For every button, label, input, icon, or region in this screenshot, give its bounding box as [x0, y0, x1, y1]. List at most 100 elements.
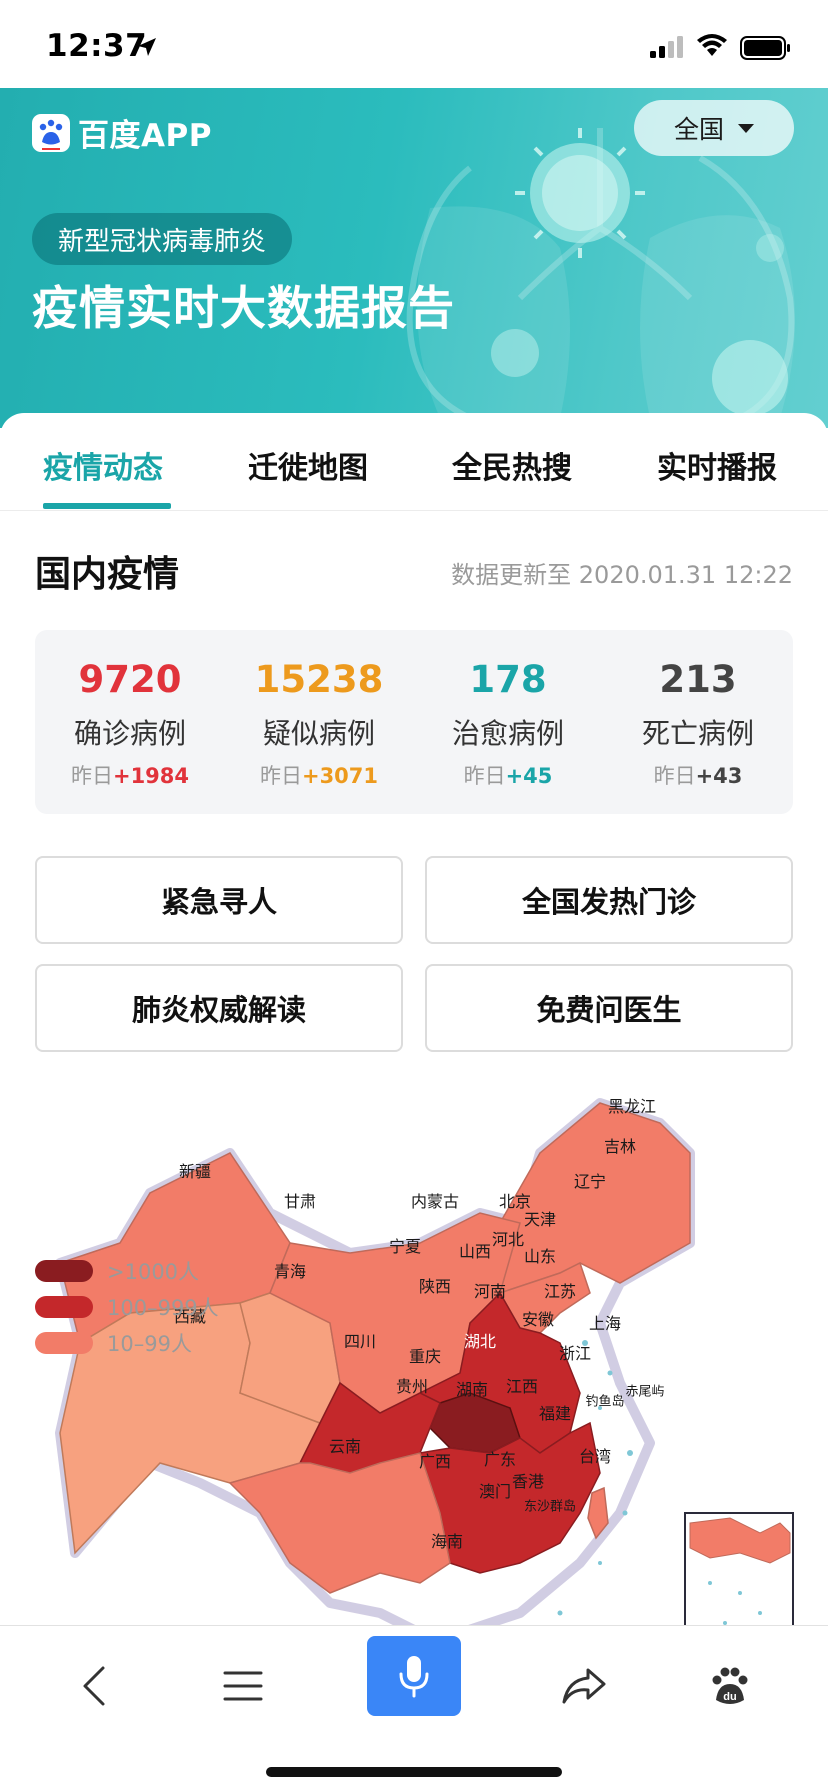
tab-migration-map[interactable]: 迁徙地图	[248, 443, 368, 487]
province-label: 安徽	[521, 1310, 555, 1329]
province-label: 四川	[343, 1332, 377, 1351]
province-label: 福建	[538, 1404, 572, 1423]
stats-panel: 9720 确诊病例 昨日+1984 15238 疑似病例 昨日+3071 178…	[35, 630, 793, 814]
mic-icon	[399, 1656, 429, 1698]
legend-label: >1000人	[107, 1260, 200, 1284]
province-label: 湖南	[455, 1380, 489, 1399]
province-label: 宁夏	[388, 1237, 422, 1256]
province-label: 山西	[458, 1242, 492, 1261]
stat-delta: 昨日+3071	[224, 760, 414, 790]
legend-label: 10–99人	[107, 1332, 192, 1356]
topic-badge: 新型冠状病毒肺炎	[32, 213, 293, 265]
region-selector[interactable]: 全国	[634, 100, 794, 156]
home-indicator	[266, 1767, 562, 1777]
province-label: 内蒙古	[410, 1192, 460, 1211]
section-title: 国内疫情	[35, 554, 180, 595]
province-label: 河北	[491, 1230, 525, 1249]
menu-button[interactable]	[203, 1646, 283, 1726]
tab-bar: 疫情动态 迁徙地图 全民热搜 实时播报	[0, 413, 828, 511]
delta-prefix: 昨日	[259, 764, 302, 788]
cellular-signal-icon	[650, 36, 683, 58]
header-banner: 百度APP 全国 新型冠状病毒肺炎 疫情实时大数据报告	[0, 88, 828, 428]
stat-delta: 昨日+43	[603, 760, 793, 790]
province-label: 香港	[511, 1472, 545, 1491]
legend-label: 100–999人	[107, 1296, 219, 1320]
stat-value: 178	[469, 658, 547, 701]
delta-value: +45	[505, 764, 553, 788]
bottom-toolbar: du	[0, 1625, 828, 1792]
baidu-paw-icon: du	[712, 1667, 748, 1704]
stat-label: 确诊病例	[73, 717, 186, 750]
caret-down-icon	[738, 123, 754, 133]
province-label: 山东	[523, 1247, 557, 1266]
legend-row: >1000人	[35, 1253, 219, 1289]
free-doctor-button[interactable]: 免费问医生	[425, 964, 793, 1052]
delta-value: +43	[695, 764, 743, 788]
province-label: 云南	[328, 1437, 362, 1456]
delta-prefix: 昨日	[463, 764, 506, 788]
share-icon	[562, 1668, 606, 1704]
region-label: 全国	[673, 115, 724, 144]
province-label: 甘肃	[283, 1192, 317, 1211]
province-label: 上海	[588, 1314, 622, 1333]
province-label: 台湾	[578, 1447, 612, 1466]
province-label: 吉林	[603, 1137, 637, 1156]
app-logo[interactable]: 百度APP	[32, 110, 212, 155]
legend-swatch	[35, 1296, 93, 1318]
delta-prefix: 昨日	[653, 764, 696, 788]
back-button[interactable]	[54, 1646, 134, 1726]
tab-live-news[interactable]: 实时播报	[657, 443, 777, 487]
app-name: 百度APP	[78, 118, 212, 154]
stat-label: 死亡病例	[641, 717, 754, 750]
baidu-logo-icon	[32, 113, 70, 152]
page: 12:37 百度APP 全国 新型冠状病毒肺炎 疫情实时大数据报告 疫情动态 迁…	[0, 0, 828, 1792]
wifi-icon	[697, 34, 727, 56]
tab-hot-searches[interactable]: 全民热搜	[452, 443, 572, 487]
stat-confirmed: 9720 确诊病例 昨日+1984	[35, 630, 225, 814]
stat-suspected: 15238 疑似病例 昨日+3071	[224, 630, 414, 814]
province-label: 钓鱼岛	[585, 1394, 625, 1410]
map-legend: >1000人 100–999人 10–99人	[35, 1253, 219, 1361]
province-label: 辽宁	[573, 1172, 607, 1191]
legend-row: 10–99人	[35, 1325, 219, 1361]
legend-swatch	[35, 1332, 93, 1354]
province-label: 贵州	[395, 1377, 429, 1396]
svg-text:du: du	[723, 1691, 736, 1703]
province-label: 澳门	[478, 1482, 512, 1501]
tab-epidemic-updates[interactable]: 疫情动态	[43, 443, 163, 487]
fever-clinics-button[interactable]: 全国发热门诊	[425, 856, 793, 944]
menu-icon	[223, 1671, 263, 1701]
share-button[interactable]	[544, 1646, 624, 1726]
update-timestamp: 数据更新至 2020.01.31 12:22	[451, 561, 793, 589]
province-label: 江苏	[543, 1282, 577, 1301]
status-time: 12:37	[46, 28, 148, 64]
province-label: 东沙群岛	[523, 1499, 577, 1515]
delta-value: +1984	[112, 764, 190, 788]
province-label: 河南	[473, 1282, 507, 1301]
stat-value: 15238	[254, 658, 384, 701]
stat-value: 9720	[78, 658, 182, 701]
province-label: 江西	[505, 1377, 539, 1396]
province-label: 广东	[483, 1450, 517, 1469]
province-label: 湖北	[463, 1332, 497, 1351]
emergency-search-button[interactable]: 紧急寻人	[35, 856, 403, 944]
legend-row: 100–999人	[35, 1289, 219, 1325]
pneumonia-explainer-button[interactable]: 肺炎权威解读	[35, 964, 403, 1052]
stat-value: 213	[659, 658, 737, 701]
province-label: 广西	[418, 1452, 452, 1471]
page-title: 疫情实时大数据报告	[32, 281, 455, 335]
province-label: 新疆	[178, 1162, 212, 1181]
active-tab-indicator	[43, 503, 171, 509]
stat-cured: 178 治愈病例 昨日+45	[413, 630, 603, 814]
province-label: 黑龙江	[607, 1097, 657, 1116]
province-label: 海南	[430, 1532, 464, 1551]
content-panel: 疫情动态 迁徙地图 全民热搜 实时播报 国内疫情 数据更新至 2020.01.3…	[0, 413, 828, 1653]
stat-delta: 昨日+1984	[35, 760, 225, 790]
baidu-home-button[interactable]: du	[690, 1646, 770, 1726]
province-label: 青海	[273, 1262, 307, 1281]
voice-search-button[interactable]	[367, 1636, 461, 1716]
back-icon	[83, 1666, 105, 1706]
status-bar: 12:37	[0, 0, 828, 88]
legend-swatch	[35, 1260, 93, 1282]
province-label: 赤尾屿	[625, 1384, 665, 1400]
